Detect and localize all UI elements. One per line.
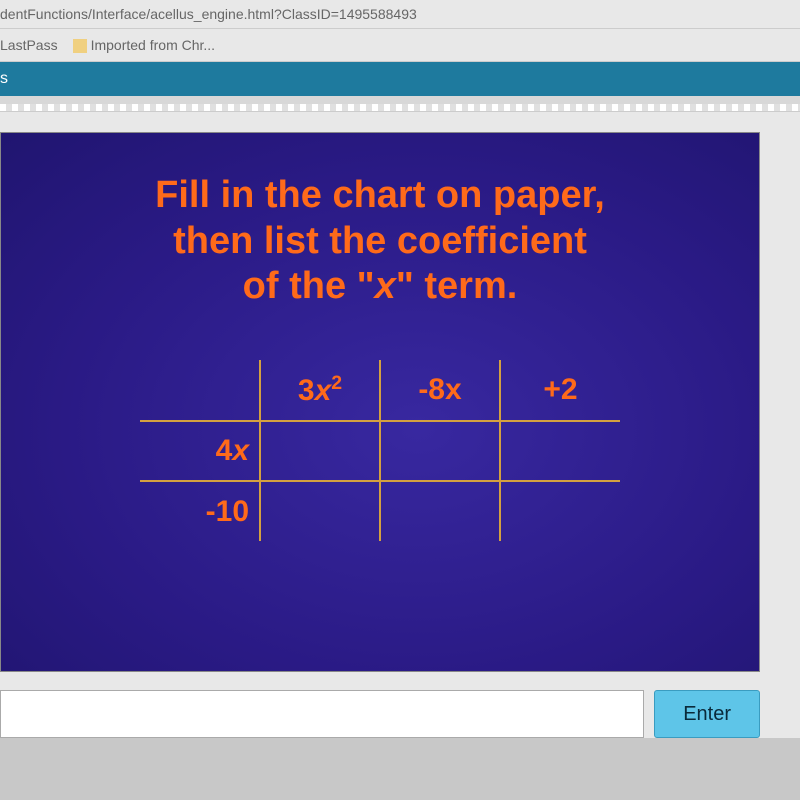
instr3-var: x [375, 265, 396, 307]
instr3-prefix: of the " [243, 265, 375, 307]
col-header-1: 3x2 [260, 360, 380, 421]
bookmark-imported[interactable]: Imported from Chr... [73, 37, 215, 53]
cell-r1c1 [260, 421, 380, 481]
instruction-text: Fill in the chart on paper, then list th… [31, 173, 729, 310]
tearoff-edge [0, 104, 800, 112]
row-header-1: 4x [140, 421, 260, 481]
app-header: s [0, 62, 800, 96]
cell-r1c2 [380, 421, 500, 481]
bookmark-imported-label: Imported from Chr... [91, 37, 215, 53]
chart-container: 3x2 -8x +2 4x -10 [31, 360, 729, 541]
spacer [0, 96, 800, 104]
instruction-line-3: of the "x" term. [31, 264, 729, 310]
instruction-line-2: then list the coefficient [31, 219, 729, 265]
bookmarks-bar: LastPass Imported from Chr... [0, 29, 800, 62]
folder-icon [73, 39, 87, 53]
url-fragment: dentFunctions/Interface/acellus_engine.h… [0, 0, 800, 29]
header-tab-label: s [0, 70, 8, 87]
cell-r2c2 [380, 481, 500, 541]
col-header-3: +2 [500, 360, 620, 421]
bookmark-lastpass[interactable]: LastPass [0, 37, 58, 53]
instruction-line-1: Fill in the chart on paper, [31, 173, 729, 219]
instr3-suffix: " term. [396, 265, 518, 307]
cell-r1c3 [500, 421, 620, 481]
chart-corner [140, 360, 260, 421]
row-header-2: -10 [140, 481, 260, 541]
answer-input[interactable] [0, 690, 644, 738]
cell-r2c3 [500, 481, 620, 541]
multiplication-chart: 3x2 -8x +2 4x -10 [140, 360, 620, 541]
cell-r2c1 [260, 481, 380, 541]
lesson-card: Fill in the chart on paper, then list th… [0, 132, 760, 672]
enter-button[interactable]: Enter [654, 690, 760, 738]
col-header-2: -8x [380, 360, 500, 421]
content-frame: Fill in the chart on paper, then list th… [0, 112, 800, 738]
answer-row: Enter [0, 690, 760, 738]
